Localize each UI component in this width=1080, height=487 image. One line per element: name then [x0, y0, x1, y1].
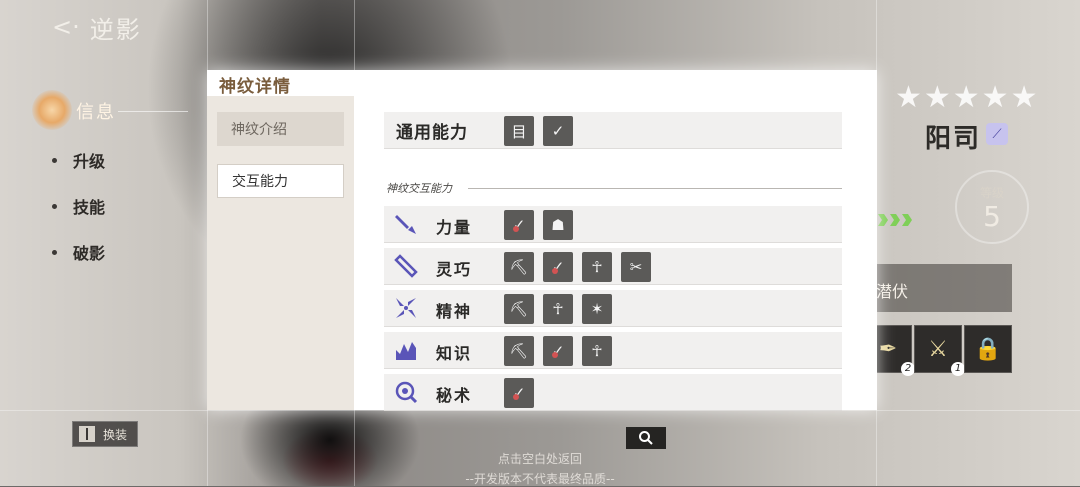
rune-row-spirit: 精神 ⛏ ☥ ✶	[384, 290, 842, 327]
dev-version-notice: --开发版本不代表最终品质--	[465, 472, 615, 486]
rune-row-label: 精神	[436, 302, 473, 321]
modal-sidebar: 神纹介绍 交互能力	[207, 96, 354, 410]
figure-ability-icon[interactable]: ☥	[582, 252, 612, 282]
sneak-ability-icon[interactable]: ✂	[621, 252, 651, 282]
skill-slot[interactable]: ⚔ 1	[914, 325, 965, 376]
rune-row-label: 知识	[436, 344, 473, 363]
wardrobe-icon	[79, 426, 95, 442]
skill-count: 1	[951, 362, 965, 376]
section-title: 神纹交互能力	[386, 182, 452, 195]
dress-up-button[interactable]: 换装	[72, 421, 138, 447]
dexterity-blade-icon	[394, 254, 418, 278]
level-label: 等级	[979, 186, 1004, 200]
claw-ability-icon[interactable]: ✓	[504, 210, 534, 240]
lock-icon: 🔒	[974, 336, 1002, 362]
rune-row-dexterity: 灵巧 ⛏ ✓ ☥ ✂	[384, 248, 842, 285]
tab-rune-intro[interactable]: 神纹介绍	[217, 112, 344, 146]
claw-ability-icon[interactable]: ✓	[504, 378, 534, 408]
eye-ability-icon[interactable]: 目	[504, 116, 534, 146]
rune-detail-modal: 神纹详情 神纹介绍 交互能力 通用能力 目 ✓ 神纹交互能力 力量 ✓ ☗ 灵巧…	[207, 70, 877, 411]
menu-item-label: 信息	[76, 102, 116, 123]
pickaxe-ability-icon[interactable]: ⛏	[504, 252, 534, 282]
menu-item-upgrade[interactable]: 升级	[52, 148, 105, 172]
arcana-eye-icon	[395, 381, 418, 404]
knowledge-castle-icon	[396, 342, 416, 360]
strength-sword-icon	[395, 215, 416, 234]
bullet-icon	[52, 157, 57, 163]
figure-ability-icon[interactable]: ☥	[543, 294, 573, 324]
general-ability-label: 通用能力	[396, 123, 468, 143]
rune-row-strength: 力量 ✓ ☗	[384, 206, 842, 243]
menu-item-label: 破影	[73, 244, 106, 263]
spirit-burst-icon	[396, 298, 416, 318]
rune-row-label: 力量	[436, 218, 473, 237]
rune-row-label: 秘术	[436, 386, 473, 405]
claw-ability-icon[interactable]: ✓	[543, 116, 573, 146]
zoom-button[interactable]	[626, 427, 666, 449]
dress-up-label: 换装	[103, 427, 128, 442]
section-header: 神纹交互能力	[384, 180, 842, 196]
rune-row-knowledge: 知识 ⛏ ✓ ☥	[384, 332, 842, 369]
modal-content: 通用能力 目 ✓ 神纹交互能力 力量 ✓ ☗ 灵巧 ⛏ ✓ ☥ ✂ 精神 ⛏ ☥…	[354, 96, 877, 411]
section-divider	[468, 188, 842, 189]
bullet-icon	[52, 203, 57, 209]
pickaxe-ability-icon[interactable]: ⛏	[504, 294, 534, 324]
menu-item-info[interactable]: 信息	[28, 90, 198, 134]
menu-item-label: 技能	[73, 198, 106, 217]
pickaxe-ability-icon[interactable]: ⛏	[504, 336, 534, 366]
status-text: 潜伏	[876, 282, 909, 301]
figure-ability-icon[interactable]: ☥	[582, 336, 612, 366]
back-arrow-icon: <·	[52, 13, 80, 41]
tab-interaction-ability[interactable]: 交互能力	[217, 164, 344, 198]
claw-ability-icon[interactable]: ✓	[543, 336, 573, 366]
menu-item-skills[interactable]: 技能	[52, 194, 105, 218]
skill-slot-locked[interactable]: 🔒	[964, 325, 1012, 373]
rune-row-label: 灵巧	[436, 260, 473, 279]
status-panel[interactable]: 潜伏	[876, 264, 1012, 312]
progress-chevrons-icon	[878, 214, 912, 226]
level-badge: 等级 5	[955, 170, 1029, 244]
menu-item-label: 升级	[73, 152, 106, 171]
modal-title: 神纹详情	[219, 77, 291, 97]
rune-row-arcana: 秘术 ✓	[384, 374, 842, 411]
back-title: 逆影	[89, 15, 142, 44]
character-name: 阳司	[925, 124, 982, 154]
magnifier-icon	[639, 431, 653, 445]
menu-item-break-shadow[interactable]: 破影	[52, 240, 105, 264]
active-glow-icon	[32, 90, 72, 130]
back-button[interactable]: <· 逆影	[52, 12, 142, 44]
bullet-icon	[52, 249, 57, 255]
skill-count: 2	[901, 362, 915, 376]
fist-ability-icon[interactable]: ☗	[543, 210, 573, 240]
active-underline	[118, 111, 188, 112]
level-value: 5	[983, 200, 1001, 233]
star-rating: ★★★★★	[895, 80, 1040, 115]
spark-ability-icon[interactable]: ✶	[582, 294, 612, 324]
tap-to-return-hint: 点击空白处返回	[497, 452, 582, 466]
claw-ability-icon[interactable]: ✓	[543, 252, 573, 282]
rune-tag-icon[interactable]: ⟋	[986, 123, 1008, 145]
general-ability-row: 通用能力 目 ✓	[384, 112, 842, 149]
